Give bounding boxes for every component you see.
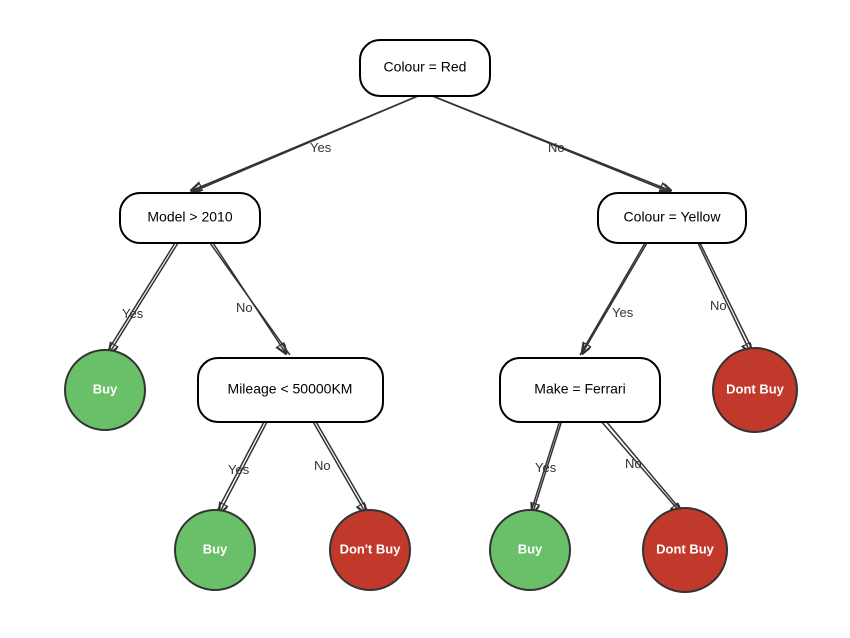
edge-left1-yes <box>105 243 175 355</box>
node-dontbuy-mileage-right-label: Don't Buy <box>340 541 402 556</box>
node-mileage-label: Mileage < 50000KM <box>228 381 353 397</box>
node-dontbuy-right1-label: Dont Buy <box>726 381 785 396</box>
node-buy-left-label: Buy <box>93 381 118 396</box>
arrow-left1-no <box>213 243 285 352</box>
label-mileage-yes: Yes <box>228 462 250 477</box>
node-right1-label: Colour = Yellow <box>624 209 722 225</box>
label-right1-yes: Yes <box>612 305 634 320</box>
label-ferrari-yes: Yes <box>535 460 557 475</box>
label-left1-yes: Yes <box>122 306 144 321</box>
node-buy-ferrari-left-label: Buy <box>518 541 543 556</box>
arrow-right1-yes <box>583 243 647 352</box>
label-left1-no: No <box>236 300 253 315</box>
edge-right1-yes <box>580 243 645 355</box>
node-ferrari-label: Make = Ferrari <box>534 381 625 397</box>
edge-ferrari-no <box>605 420 685 515</box>
label-ferrari-no: No <box>625 456 642 471</box>
node-dontbuy-ferrari-right-label: Dont Buy <box>656 541 715 556</box>
label-root-yes: Yes <box>310 140 332 155</box>
edge-right1-no <box>700 243 755 355</box>
arrow-root-left <box>193 93 425 190</box>
node-buy-mileage-left-label: Buy <box>203 541 228 556</box>
arrow-left1-yes <box>110 243 178 352</box>
label-right1-no: No <box>710 298 727 313</box>
node-root-label: Colour = Red <box>384 59 467 75</box>
arrow-root-right <box>425 93 669 190</box>
label-root-no: No <box>548 140 565 155</box>
label-mileage-no: No <box>314 458 331 473</box>
node-left1-label: Model > 2010 <box>147 209 232 225</box>
